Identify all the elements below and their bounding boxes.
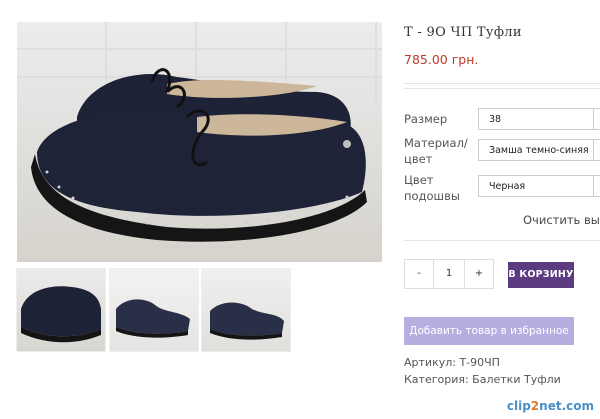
chevron-down-icon (593, 109, 600, 129)
size-value: 38 (489, 114, 502, 125)
material-color-label: Материал/ цвет (404, 136, 468, 166)
material-color-select[interactable]: Замша темно-синяя (478, 139, 600, 161)
size-select[interactable]: 38 (478, 108, 600, 130)
divider (404, 83, 600, 84)
sole-color-label: Цвет подошвы (404, 173, 460, 203)
product-title: Т - 9О ЧП Туфли (404, 25, 522, 40)
add-to-cart-button[interactable]: В КОРЗИНУ (508, 262, 574, 288)
product-thumbnail-3[interactable] (201, 268, 291, 352)
quantity-input[interactable]: 1 (433, 259, 465, 289)
clear-selection-link[interactable]: Очистить выбор (523, 213, 600, 227)
chevron-down-icon (593, 140, 600, 160)
watermark-logo: clip2net.com (506, 399, 594, 413)
divider (404, 240, 600, 241)
material-color-value: Замша темно-синяя (489, 145, 589, 156)
sole-color-select[interactable]: Черная (478, 175, 600, 197)
product-price: 785.00 грн. (404, 52, 479, 67)
chevron-down-icon (593, 176, 600, 196)
add-to-wishlist-button[interactable]: Добавить товар в избранное (404, 317, 574, 345)
product-thumbnail-2[interactable] (109, 268, 199, 352)
divider (404, 88, 600, 89)
quantity-minus-button[interactable]: - (404, 259, 434, 289)
quantity-plus-button[interactable]: + (464, 259, 494, 289)
size-label: Размер (404, 112, 448, 126)
product-thumbnail-1[interactable] (16, 268, 106, 352)
product-sku: Артикул: Т-90ЧП (404, 356, 500, 369)
sole-color-value: Черная (489, 181, 526, 192)
product-main-image[interactable] (17, 22, 382, 262)
product-category: Категория: Балетки Туфли (404, 373, 561, 386)
